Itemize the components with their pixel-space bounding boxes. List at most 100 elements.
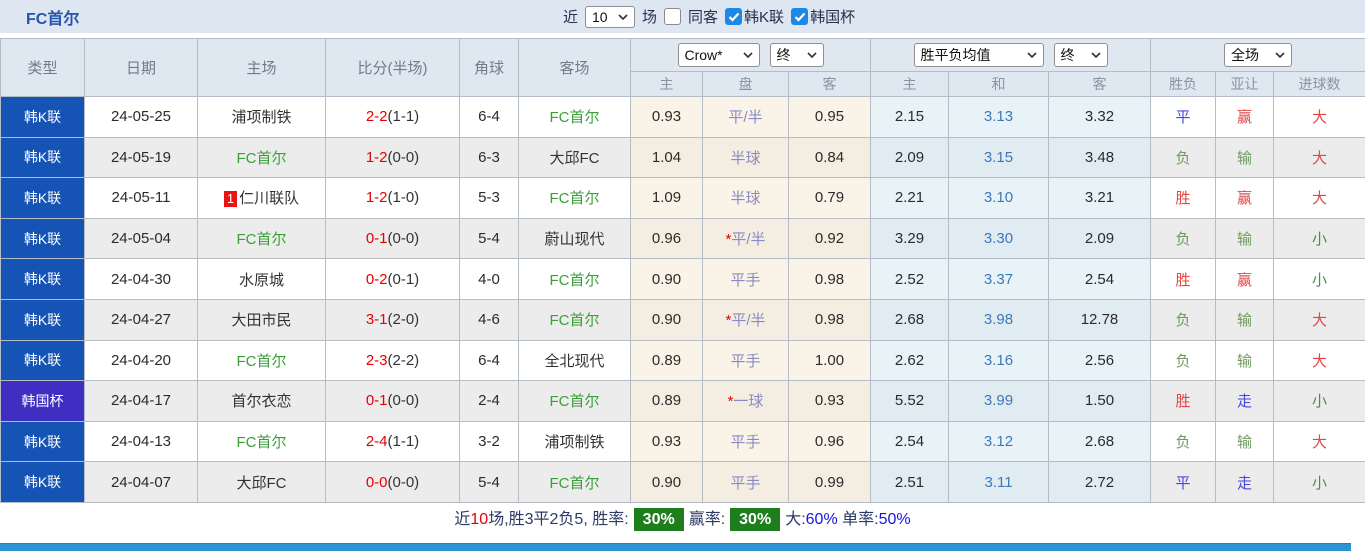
match-type-cell: 韩K联 [0, 177, 85, 219]
match-date-cell: 24-04-07 [84, 461, 198, 503]
odds-stage-select[interactable]: 终 [769, 43, 824, 67]
avg-away-cell: 2.09 [1048, 217, 1151, 260]
subcol-goals: 进球数 [1273, 71, 1365, 97]
recent-count-select[interactable]: 10 [585, 5, 636, 28]
match-type-cell: 韩国杯 [0, 380, 85, 422]
match-row: 韩K联 24-05-04 FC首尔 0-1(0-0) 5-4 蔚山现代 0.96 *平/半 0.… [0, 217, 1365, 260]
summary-segment: 单率: [837, 510, 879, 528]
avg-home-cell: 2.21 [870, 177, 949, 219]
home-team-cell: FC首尔 [197, 136, 326, 179]
avg-home-cell: 3.29 [870, 217, 949, 260]
avg-draw-cell: 3.37 [948, 258, 1049, 300]
avg-stage-select[interactable]: 终 [1053, 43, 1108, 67]
avg-away-cell: 3.21 [1048, 177, 1151, 219]
odds-line-cell: 平手 [702, 339, 789, 382]
match-type-cell: 韩K联 [0, 136, 85, 179]
handicap-result-cell: 输 [1215, 217, 1274, 260]
unit-label: 场 [642, 9, 658, 26]
corner-cell: 4-0 [459, 258, 519, 300]
avg-draw-cell: 3.30 [948, 217, 1049, 260]
result-cell: 胜 [1150, 177, 1216, 219]
odds-away-cell: 1.00 [788, 339, 871, 382]
avg-home-cell: 2.51 [870, 461, 949, 503]
match-type-cell: 韩K联 [0, 217, 85, 260]
match-row: 韩K联 24-04-07 大邱FC 0-0(0-0) 5-4 FC首尔 0.90 平手 0.99… [0, 461, 1365, 503]
goals-result-cell: 小 [1273, 461, 1365, 503]
match-date-cell: 24-04-27 [84, 298, 198, 341]
cup-checkbox-label: 韩国杯 [810, 9, 856, 26]
handicap-result-cell: 输 [1215, 339, 1274, 382]
summary-segment: 场,胜3平2负5, 胜率: [488, 510, 629, 528]
away-team-cell: FC首尔 [518, 177, 631, 219]
match-date-cell: 24-05-19 [84, 136, 198, 179]
away-team-cell: FC首尔 [518, 380, 631, 422]
avg-draw-cell: 3.99 [948, 380, 1049, 422]
score-cell: 1-2(0-0) [325, 136, 460, 179]
corner-cell: 5-4 [459, 217, 519, 260]
result-cell: 平 [1150, 96, 1216, 138]
avg-draw-cell: 3.11 [948, 461, 1049, 503]
avg-odds-select[interactable]: 胜平负均值 [913, 43, 1044, 67]
odds-away-cell: 0.98 [788, 298, 871, 341]
score-cell: 2-4(1-1) [325, 420, 460, 463]
goals-result-cell: 小 [1273, 258, 1365, 300]
top-bar: FC首尔 近 10 场 同客 韩K联 韩国杯 [0, 0, 1365, 33]
match-date-cell: 24-04-13 [84, 420, 198, 463]
col-header-corner: 角球 [459, 38, 519, 97]
odds-home-cell: 0.90 [630, 258, 703, 300]
match-type-cell: 韩K联 [0, 339, 85, 382]
avg-stage-value: 终 [1060, 47, 1075, 63]
match-scope-select[interactable]: 全场 [1224, 43, 1292, 67]
score-cell: 0-1(0-0) [325, 380, 460, 422]
odds-home-cell: 1.04 [630, 136, 703, 179]
avg-away-cell: 12.78 [1048, 298, 1151, 341]
match-row: 韩K联 24-05-11 1 仁川联队 1-2(1-0) 5-3 FC首尔 1.09 半球 0.7… [0, 177, 1365, 219]
score-cell: 0-2(0-1) [325, 258, 460, 300]
odds-stage-value: 终 [776, 47, 791, 63]
odds-line-cell: 平手 [702, 258, 789, 300]
cup-checkbox[interactable] [791, 8, 809, 25]
filter-checkboxes: 同客 韩K联 韩国杯 [664, 6, 855, 27]
bookmaker-select[interactable]: Crow* [677, 43, 760, 67]
avg-draw-cell: 3.12 [948, 420, 1049, 463]
odds-away-cell: 0.99 [788, 461, 871, 503]
bookmaker-value: Crow* [684, 47, 723, 63]
league-checkbox[interactable] [725, 8, 743, 25]
result-cell: 胜 [1150, 258, 1216, 300]
odds-line-cell: *平/半 [702, 298, 789, 341]
match-row: 韩K联 24-04-27 大田市民 3-1(2-0) 4-6 FC首尔 0.90 *平/半 0.… [0, 298, 1365, 341]
bottom-accent-bar [0, 543, 1351, 551]
match-type-cell: 韩K联 [0, 461, 85, 503]
result-cell: 负 [1150, 136, 1216, 179]
odds-away-cell: 0.79 [788, 177, 871, 219]
goals-result-cell: 大 [1273, 420, 1365, 463]
score-cell: 3-1(2-0) [325, 298, 460, 341]
corner-cell: 3-2 [459, 420, 519, 463]
recent-count-value: 10 [592, 8, 608, 25]
match-date-cell: 24-05-04 [84, 217, 198, 260]
goals-result-cell: 大 [1273, 177, 1365, 219]
score-cell: 1-2(1-0) [325, 177, 460, 219]
avg-home-cell: 2.62 [870, 339, 949, 382]
home-team-cell: 大田市民 [197, 298, 326, 341]
odds-line-cell: *一球 [702, 380, 789, 422]
same-venue-checkbox-label: 同客 [688, 9, 719, 26]
col-header-score: 比分(半场) [325, 38, 460, 97]
odds-line-cell: 平手 [702, 420, 789, 463]
corner-cell: 5-4 [459, 461, 519, 503]
same-venue-checkbox[interactable] [664, 8, 682, 25]
away-team-cell: FC首尔 [518, 298, 631, 341]
avg-away-cell: 3.32 [1048, 96, 1151, 138]
odds-line-cell: 半球 [702, 177, 789, 219]
match-row: 韩K联 24-04-20 FC首尔 2-3(2-2) 6-4 全北现代 0.89 平手 1.00… [0, 339, 1365, 382]
match-row: 韩K联 24-05-25 浦项制铁 2-2(1-1) 6-4 FC首尔 0.93 平/半 0.9… [0, 96, 1365, 138]
avg-draw-cell: 3.16 [948, 339, 1049, 382]
corner-cell: 6-3 [459, 136, 519, 179]
summary-segment: 30% [730, 507, 781, 531]
match-type-cell: 韩K联 [0, 298, 85, 341]
match-date-cell: 24-04-20 [84, 339, 198, 382]
match-row: 韩国杯 24-04-17 首尔衣恋 0-1(0-0) 2-4 FC首尔 0.89 *一球 0.9… [0, 380, 1365, 422]
score-cell: 0-0(0-0) [325, 461, 460, 503]
away-team-cell: 蔚山现代 [518, 217, 631, 260]
corner-cell: 6-4 [459, 96, 519, 138]
